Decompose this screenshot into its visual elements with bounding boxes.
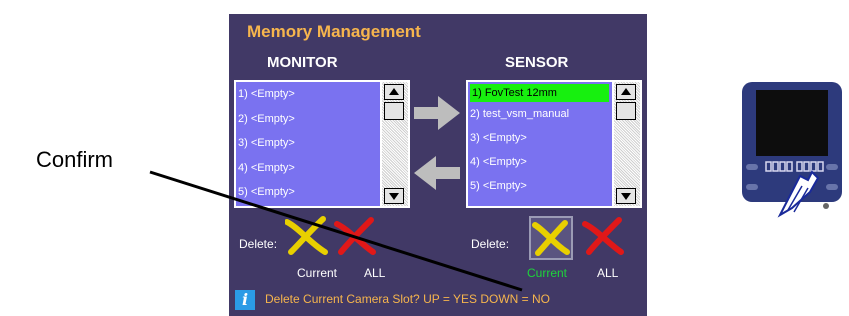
status-message: Delete Current Camera Slot? UP = YES DOW… [265,292,550,306]
delete-current-selected-icon[interactable] [529,216,573,260]
sensor-list: 1) FovTest 12mm 2) test_vsm_manual 3) <E… [468,82,612,206]
delete-all-icon[interactable] [581,216,625,256]
monitor-slot-1[interactable]: 1) <Empty> [236,82,380,107]
sensor-delete-all-caption: ALL [597,266,619,280]
confirm-annotation-label: Confirm [36,147,114,172]
delete-current-icon[interactable] [285,216,329,256]
monitor-scrollbar[interactable] [382,82,408,206]
sensor-slot-2[interactable]: 2) test_vsm_manual [468,102,612,126]
monitor-slot-2[interactable]: 2) <Empty> [236,107,380,132]
monitor-heading: MONITOR [267,54,338,71]
monitor-list: 1) <Empty> 2) <Empty> 3) <Empty> 4) <Emp… [236,82,380,206]
sensor-scroll-up-button[interactable] [616,84,636,100]
monitor-slot-3[interactable]: 3) <Empty> [236,131,380,156]
sensor-delete-current-caption: Current [527,266,568,280]
transfer-right-arrow-icon[interactable] [414,96,460,130]
monitor-delete-current-caption: Current [297,266,338,280]
monitor-scroll-thumb[interactable] [384,102,404,120]
monitor-listbox[interactable]: 1) <Empty> 2) <Empty> 3) <Empty> 4) <Emp… [234,80,410,208]
monitor-slot-4[interactable]: 4) <Empty> [236,156,380,181]
transfer-left-arrow-icon[interactable] [414,156,460,190]
sensor-scroll-down-button[interactable] [616,188,636,204]
sensor-delete-label: Delete: [471,237,510,251]
monitor-scroll-down-button[interactable] [384,188,404,204]
monitor-delete-all-caption: ALL [364,266,386,280]
sensor-scroll-thumb[interactable] [616,102,636,120]
panel-title: Memory Management [247,22,421,41]
sensor-slot-5[interactable]: 5) <Empty> [468,174,612,198]
monitor-delete-label: Delete: [239,237,278,251]
sensor-scrollbar[interactable] [614,82,640,206]
handheld-device-illustration [742,82,842,218]
memory-management-panel: Memory Management MONITOR 1) <Empty> 2) … [229,14,647,316]
info-icon: i [235,290,255,310]
sensor-slot-3[interactable]: 3) <Empty> [468,126,612,150]
sensor-listbox[interactable]: 1) FovTest 12mm 2) test_vsm_manual 3) <E… [466,80,642,208]
monitor-scroll-up-button[interactable] [384,84,404,100]
sensor-slot-1[interactable]: 1) FovTest 12mm [470,84,609,102]
monitor-slot-5[interactable]: 5) <Empty> [236,180,380,205]
sensor-slot-4[interactable]: 4) <Empty> [468,150,612,174]
sensor-heading: SENSOR [505,54,569,71]
delete-all-icon[interactable] [333,216,377,256]
